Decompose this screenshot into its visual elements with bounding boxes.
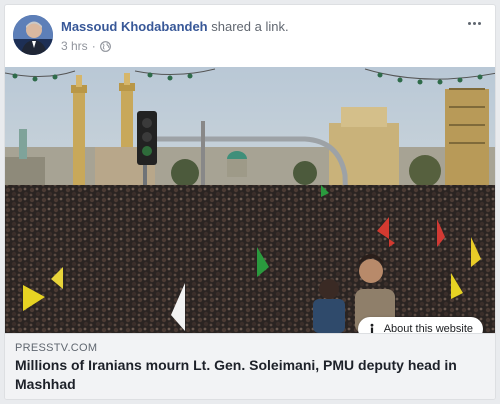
post-action-text: shared a link. <box>207 19 289 34</box>
link-preview-image[interactable] <box>5 67 495 333</box>
post-meta: 3 hrs · <box>61 39 111 53</box>
globe-icon[interactable] <box>99 40 111 52</box>
post-timestamp[interactable]: 3 hrs <box>61 39 88 53</box>
link-preview-card[interactable]: PRESSTV.COM Millions of Iranians mourn L… <box>5 333 495 399</box>
author-name-link[interactable]: Massoud Khodabandeh <box>61 19 208 34</box>
author-line: Massoud Khodabandeh shared a link. <box>61 19 289 34</box>
link-title[interactable]: Millions of Iranians mourn Lt. Gen. Sole… <box>15 356 485 394</box>
feed-post: Massoud Khodabandeh shared a link. 3 hrs… <box>4 4 496 400</box>
more-options-icon[interactable] <box>463 15 485 31</box>
post-header: Massoud Khodabandeh shared a link. 3 hrs… <box>5 5 495 67</box>
link-domain: PRESSTV.COM <box>15 342 98 354</box>
author-avatar[interactable] <box>13 15 53 55</box>
meta-separator: · <box>91 39 96 53</box>
